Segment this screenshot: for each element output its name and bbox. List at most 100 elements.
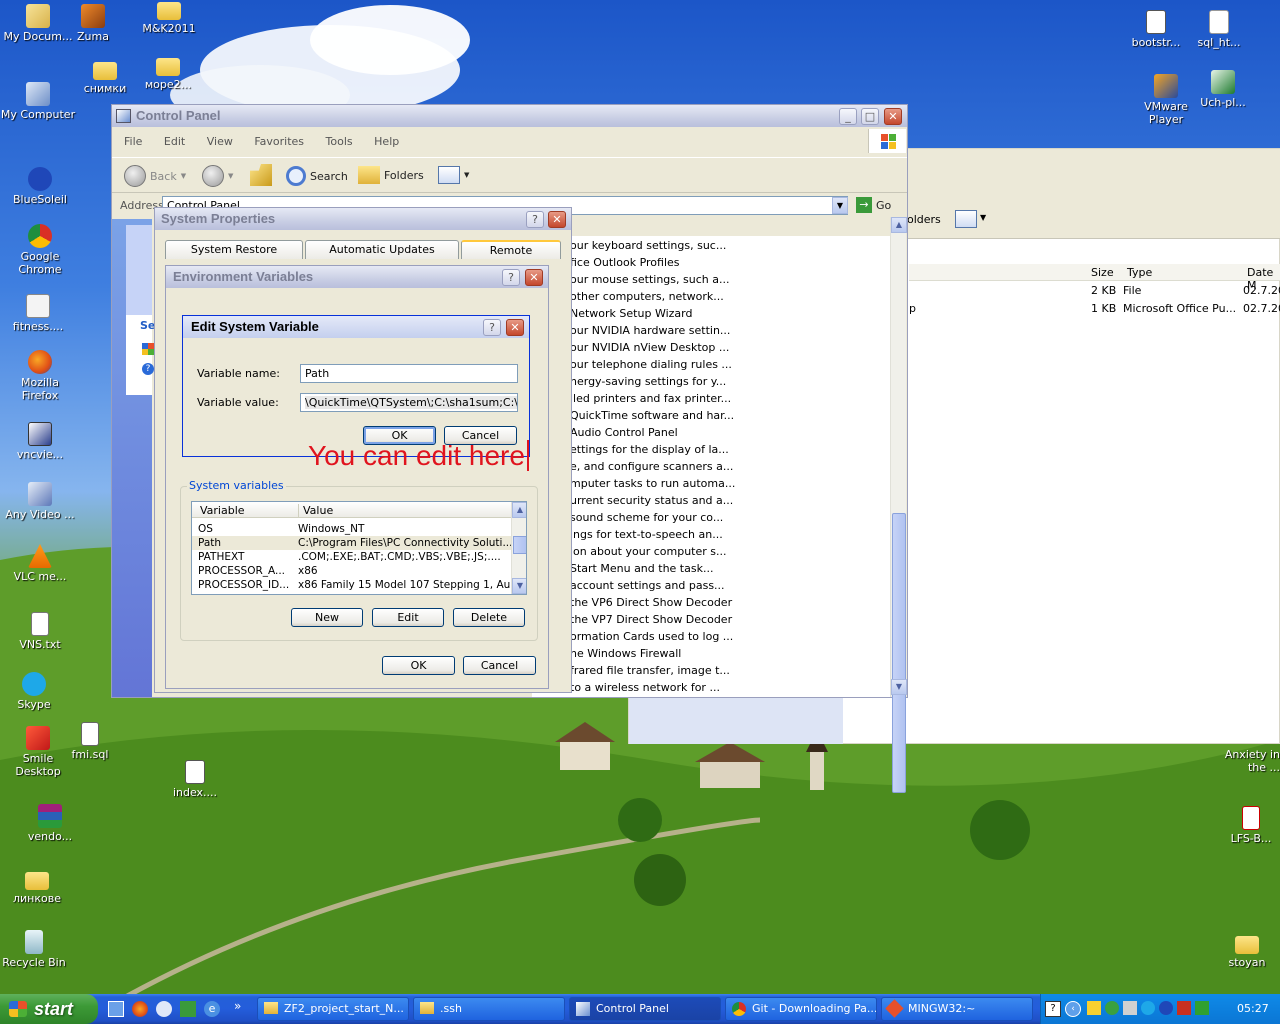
desktop-icon-recycle-bin[interactable]: Recycle Bin	[0, 930, 72, 969]
winamp-icon[interactable]	[180, 1001, 196, 1017]
desktop-icon-more2[interactable]: море2...	[130, 58, 206, 91]
desktop-icon-firefox[interactable]: Mozilla Firefox	[2, 350, 78, 402]
list-item[interactable]: our mouse settings, such a...	[570, 271, 890, 288]
control-panel-scrollbar[interactable]: ▲ ▼	[890, 217, 907, 793]
scroll-thumb[interactable]	[513, 536, 526, 554]
control-panel-titlebar[interactable]: Control Panel	[112, 105, 907, 127]
msn-icon[interactable]	[1105, 1001, 1119, 1015]
desktop-icon-fitness[interactable]: fitness....	[0, 294, 76, 333]
menu-view[interactable]: View	[207, 135, 233, 148]
system-properties-titlebar[interactable]: System Properties	[155, 208, 571, 230]
up-folder-button[interactable]	[250, 164, 272, 186]
variable-name-input[interactable]: Path	[300, 364, 518, 383]
close-button[interactable]: ✕	[506, 319, 524, 336]
list-item[interactable]: ormation Cards used to log ...	[570, 628, 890, 645]
column-size[interactable]: Size	[1091, 266, 1114, 279]
task-ssh[interactable]: .ssh	[413, 997, 565, 1021]
app-icon[interactable]	[156, 1001, 172, 1017]
system-variables-list[interactable]: Variable Value OS Windows_NT Path C:\Pro…	[191, 501, 527, 595]
volume-icon[interactable]	[1123, 1001, 1137, 1015]
address-dropdown-button[interactable]: ▼	[832, 197, 848, 214]
desktop-icon-chrome[interactable]: Google Chrome	[2, 224, 78, 276]
desktop-icon-uch-pl[interactable]: Uch-pl...	[1185, 70, 1261, 109]
column-variable[interactable]: Variable	[200, 504, 245, 517]
folders-button[interactable]: Folders	[358, 166, 424, 184]
scroll-up-button[interactable]: ▲	[891, 217, 907, 233]
scroll-up-button[interactable]: ▲	[512, 502, 526, 518]
task-git-download[interactable]: Git - Downloading Pa...	[725, 997, 877, 1021]
close-button[interactable]: ✕	[884, 108, 902, 125]
list-item[interactable]: ion about your computer s...	[570, 543, 890, 560]
minimize-button[interactable]: _	[839, 108, 857, 125]
bluetooth-tray-icon[interactable]	[1159, 1001, 1173, 1015]
list-item[interactable]: sound scheme for your co...	[570, 509, 890, 526]
desktop-icon-fmi-sql[interactable]: fmi.sql	[52, 722, 128, 761]
list-item[interactable]: he Windows Firewall	[570, 645, 890, 662]
forward-button[interactable]: ▼	[202, 165, 233, 187]
close-button[interactable]: ✕	[548, 211, 566, 228]
desktop-icon-anxiety[interactable]: Anxiety in the ...	[1224, 748, 1280, 774]
edit-button[interactable]: Edit	[372, 608, 444, 627]
desktop-icon-vns-txt[interactable]: VNS.txt	[2, 612, 78, 651]
table-row[interactable]: PROCESSOR_A... x86	[192, 564, 512, 578]
network-icon[interactable]	[1087, 1001, 1101, 1015]
list-item[interactable]: QuickTime software and har...	[570, 407, 890, 424]
edit-system-variable-dialog[interactable]: Edit System Variable ? ✕ Variable name: …	[182, 315, 530, 457]
list-item[interactable]: account settings and pass...	[570, 577, 890, 594]
desktop-icon-skype[interactable]: Skype	[0, 672, 72, 711]
go-button[interactable]: → Go	[856, 197, 891, 213]
views-button[interactable]: ▼	[438, 166, 469, 184]
tab-automatic-updates[interactable]: Automatic Updates	[305, 240, 459, 259]
firefox-icon[interactable]	[132, 1001, 148, 1017]
more-quicklaunch-icon[interactable]: »	[234, 999, 241, 1013]
file-row[interactable]: 2 KB File 02.7.20	[909, 284, 1280, 300]
menu-help[interactable]: Help	[374, 135, 399, 148]
environment-variables-titlebar[interactable]: Environment Variables	[166, 266, 548, 288]
list-item[interactable]: our NVIDIA hardware settin...	[570, 322, 890, 339]
menu-edit[interactable]: Edit	[164, 135, 185, 148]
desktop-icon-mk2011[interactable]: M&K2011	[131, 2, 207, 35]
list-item[interactable]: our keyboard settings, suc...	[570, 237, 890, 254]
file-row[interactable]: p 1 KB Microsoft Office Pu... 02.7.20	[903, 302, 1280, 318]
scroll-thumb[interactable]	[892, 513, 906, 793]
list-item[interactable]: the VP7 Direct Show Decoder	[570, 611, 890, 628]
search-button[interactable]: Search	[286, 166, 348, 186]
expand-tray-icon[interactable]: ‹	[1065, 1001, 1081, 1017]
help-button[interactable]: ?	[526, 211, 544, 228]
desktop-icon-index[interactable]: index....	[157, 760, 233, 799]
clock[interactable]: 05:27	[1237, 1002, 1269, 1015]
help-button[interactable]: ?	[502, 269, 520, 286]
desktop-icon-vendor[interactable]: vendo...	[12, 804, 88, 843]
list-item[interactable]: ettings for the display of la...	[570, 441, 890, 458]
views-dropdown-arrow[interactable]: ▼	[980, 213, 986, 222]
table-row[interactable]: OS Windows_NT	[192, 522, 512, 536]
folders-label[interactable]: olders	[907, 213, 941, 226]
list-item[interactable]: the VP6 Direct Show Decoder	[570, 594, 890, 611]
desktop-icon-my-computer[interactable]: My Computer	[0, 82, 76, 121]
update-tray-icon[interactable]	[1195, 1001, 1209, 1015]
start-button[interactable]: start	[0, 994, 98, 1024]
help-tray-icon[interactable]: ?	[1045, 1001, 1061, 1017]
desktop-icon-linkove[interactable]: линкове	[0, 872, 75, 905]
cancel-button[interactable]: Cancel	[463, 656, 536, 675]
list-item[interactable]: urrent security status and a...	[570, 492, 890, 509]
edit-variable-titlebar[interactable]: Edit System Variable	[183, 316, 529, 338]
list-item[interactable]: our NVIDIA nView Desktop ...	[570, 339, 890, 356]
task-control-panel[interactable]: Control Panel	[569, 997, 721, 1021]
desktop-icon-sql-ht[interactable]: sql_ht...	[1181, 10, 1257, 49]
help-button[interactable]: ?	[483, 319, 501, 336]
show-desktop-icon[interactable]	[108, 1001, 124, 1017]
desktop-icon-stoyan[interactable]: stoyan	[1214, 936, 1280, 969]
scroll-down-button[interactable]: ▼	[891, 679, 907, 695]
list-item[interactable]: nergy-saving settings for y...	[570, 373, 890, 390]
desktop-icon-bluesoleil[interactable]: BlueSoleil	[2, 167, 78, 206]
ok-button[interactable]: OK	[382, 656, 455, 675]
list-scrollbar[interactable]: ▲ ▼	[511, 502, 526, 594]
variable-value-input[interactable]: \QuickTime\QTSystem\;C:\sha1sum;C:\dig	[300, 393, 518, 412]
security-tray-icon[interactable]	[1177, 1001, 1191, 1015]
internet-explorer-icon[interactable]: e	[204, 1001, 220, 1017]
list-item[interactable]: Audio Control Panel	[570, 424, 890, 441]
task-mingw32[interactable]: MINGW32:~	[881, 997, 1033, 1021]
desktop-icon-vlc[interactable]: VLC me...	[2, 544, 78, 583]
list-item[interactable]: e, and configure scanners a...	[570, 458, 890, 475]
